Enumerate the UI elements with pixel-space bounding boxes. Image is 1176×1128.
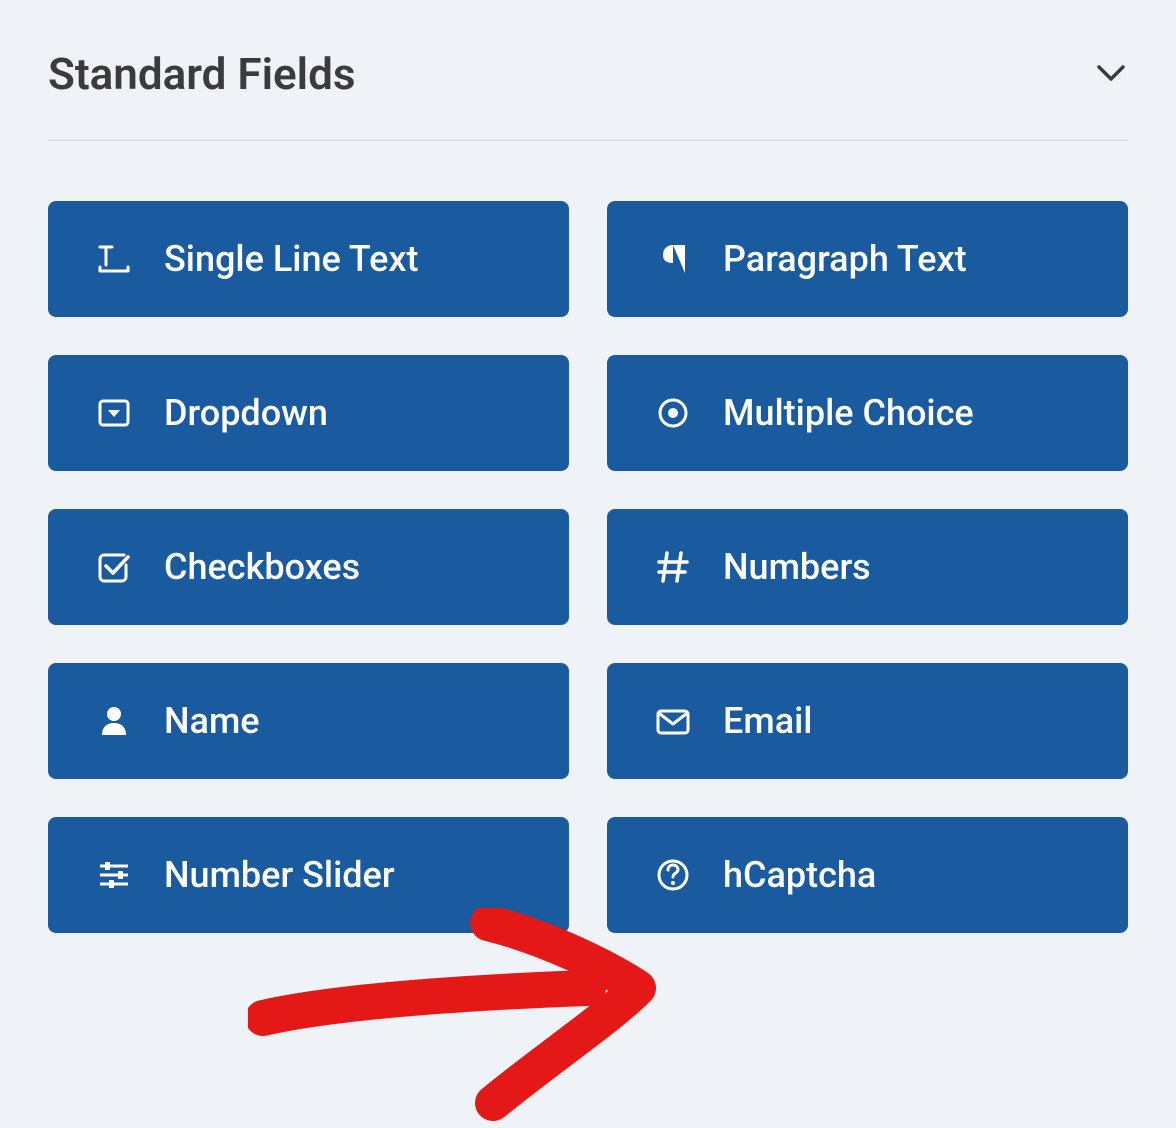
field-label: Number Slider [164, 854, 395, 896]
field-name[interactable]: Name [48, 663, 569, 779]
field-label: Paragraph Text [723, 238, 967, 280]
arrow-annotation [248, 908, 668, 1128]
field-label: Checkboxes [164, 546, 360, 588]
hash-icon [655, 549, 691, 585]
radio-icon [655, 395, 691, 431]
field-dropdown[interactable]: Dropdown [48, 355, 569, 471]
field-label: Name [164, 700, 260, 742]
paragraph-icon [655, 241, 691, 277]
user-icon [96, 703, 132, 739]
chevron-down-icon[interactable] [1094, 57, 1128, 91]
field-label: Numbers [723, 546, 871, 588]
envelope-icon [655, 703, 691, 739]
fields-grid: Single Line Text Paragraph Text Dropdown… [48, 201, 1128, 933]
section-title: Standard Fields [48, 48, 356, 100]
field-label: Dropdown [164, 392, 328, 434]
question-circle-icon [655, 857, 691, 893]
field-hcaptcha[interactable]: hCaptcha [607, 817, 1128, 933]
field-email[interactable]: Email [607, 663, 1128, 779]
field-label: Single Line Text [164, 238, 419, 280]
field-single-line-text[interactable]: Single Line Text [48, 201, 569, 317]
text-input-icon [96, 241, 132, 277]
field-label: Email [723, 700, 812, 742]
sliders-icon [96, 857, 132, 893]
field-label: Multiple Choice [723, 392, 974, 434]
field-checkboxes[interactable]: Checkboxes [48, 509, 569, 625]
dropdown-icon [96, 395, 132, 431]
checkbox-icon [96, 549, 132, 585]
field-numbers[interactable]: Numbers [607, 509, 1128, 625]
field-paragraph-text[interactable]: Paragraph Text [607, 201, 1128, 317]
section-header[interactable]: Standard Fields [48, 48, 1128, 141]
field-number-slider[interactable]: Number Slider [48, 817, 569, 933]
field-label: hCaptcha [723, 854, 876, 896]
field-multiple-choice[interactable]: Multiple Choice [607, 355, 1128, 471]
